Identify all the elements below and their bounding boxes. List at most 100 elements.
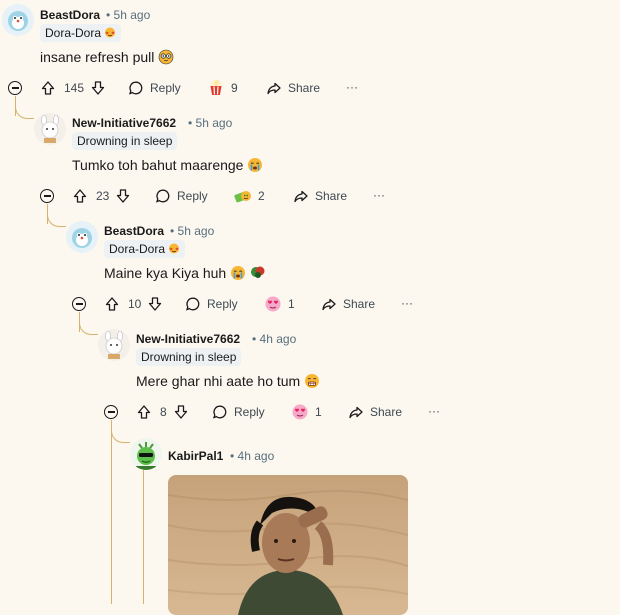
more-options-button[interactable]: ···	[373, 184, 385, 206]
award-count: 1	[288, 297, 295, 311]
avatar[interactable]	[34, 113, 66, 145]
upvote-icon[interactable]	[40, 80, 56, 96]
share-icon	[293, 188, 309, 204]
user-flair: Dora-Dora	[104, 240, 186, 258]
thread-curve	[111, 428, 130, 443]
avatar[interactable]	[2, 4, 34, 36]
separator: •	[230, 449, 235, 463]
heart-eyes-award-icon	[291, 403, 309, 421]
username[interactable]: BeastDora	[104, 224, 164, 238]
more-options-label: ···	[401, 296, 413, 310]
reply-button[interactable]: Reply	[155, 185, 208, 207]
username[interactable]: New-Initiative7662	[72, 116, 176, 130]
award-button[interactable]: 1	[291, 401, 322, 423]
popcorn-award-icon	[207, 79, 225, 97]
more-options-button[interactable]: ···	[428, 400, 440, 422]
share-button[interactable]: Share	[293, 185, 347, 207]
award-count: 9	[231, 81, 238, 95]
reply-icon	[128, 80, 144, 96]
gif-image[interactable]	[168, 475, 408, 615]
upvote-icon[interactable]	[104, 296, 120, 312]
share-label: Share	[288, 81, 321, 95]
separator: •	[188, 116, 193, 130]
more-options-button[interactable]: ···	[401, 292, 413, 314]
thread-curve	[15, 104, 34, 119]
timestamp[interactable]: • 5h ago	[170, 224, 214, 238]
share-button[interactable]: Share	[266, 77, 320, 99]
upvote-icon[interactable]	[136, 404, 152, 420]
timestamp[interactable]: • 5h ago	[106, 8, 150, 22]
share-label: Share	[315, 189, 348, 203]
share-button[interactable]: Share	[348, 401, 402, 423]
reply-label: Reply	[234, 405, 265, 419]
timestamp[interactable]: • 4h ago	[252, 332, 296, 346]
avatar[interactable]	[130, 438, 162, 470]
share-button[interactable]: Share	[321, 293, 375, 315]
vote-count: 23	[96, 189, 110, 203]
vote-count: 145	[64, 81, 85, 95]
avatar[interactable]	[98, 329, 130, 361]
money-face-award-icon	[234, 187, 252, 205]
comment-text: Maine kya Kiya huh	[104, 265, 266, 284]
timestamp[interactable]: • 4h ago	[230, 449, 274, 463]
upvote-icon[interactable]	[72, 188, 88, 204]
separator: •	[170, 224, 175, 238]
collapse-thread-button[interactable]	[8, 81, 22, 95]
share-label: Share	[370, 405, 403, 419]
reply-button[interactable]: Reply	[185, 293, 238, 315]
downvote-icon[interactable]	[90, 80, 106, 96]
comment-text: Tumko toh bahut maarenge	[72, 157, 263, 176]
collapse-thread-button[interactable]	[72, 297, 86, 311]
nerd-face-emoji-icon	[158, 49, 174, 68]
vote-bar: 8	[136, 401, 189, 423]
flair-text: Drowning in sleep	[77, 134, 173, 148]
award-count: 1	[315, 405, 322, 419]
time-text: 5h ago	[177, 224, 215, 238]
time-text: 5h ago	[195, 116, 233, 130]
heart-eyes-award-icon	[264, 295, 282, 313]
username[interactable]: New-Initiative7662	[136, 332, 240, 346]
thread-line	[111, 443, 112, 604]
star-struck-emoji-icon	[168, 242, 180, 258]
comment-text-content: Tumko toh bahut maarenge	[72, 157, 244, 174]
time-text: 4h ago	[259, 332, 297, 346]
timestamp[interactable]: • 5h ago	[188, 116, 232, 130]
award-button[interactable]: 2	[234, 185, 265, 207]
vote-bar: 145	[40, 77, 106, 99]
more-options-label: ···	[346, 80, 358, 94]
flair-text: Drowning in sleep	[141, 350, 237, 364]
award-button[interactable]: 9	[207, 77, 238, 99]
time-text: 4h ago	[237, 449, 275, 463]
reply-icon	[185, 296, 201, 312]
collapse-thread-button[interactable]	[40, 189, 54, 203]
thread-curve	[79, 320, 98, 335]
crying-face-emoji-icon	[230, 265, 246, 284]
more-options-label: ···	[428, 404, 440, 418]
downvote-icon[interactable]	[115, 188, 131, 204]
avatar[interactable]	[66, 221, 98, 253]
collapse-thread-button[interactable]	[104, 405, 118, 419]
username[interactable]: KabirPal1	[168, 449, 223, 463]
reply-button[interactable]: Reply	[212, 401, 265, 423]
reply-button[interactable]: Reply	[128, 77, 181, 99]
grimacing-face-emoji-icon	[304, 373, 320, 392]
vote-bar: 10	[104, 293, 163, 315]
custom-emote-icon	[250, 265, 266, 284]
thread-line-kabir	[143, 470, 144, 604]
reply-label: Reply	[150, 81, 181, 95]
time-text: 5h ago	[113, 8, 151, 22]
separator: •	[106, 8, 111, 22]
downvote-icon[interactable]	[173, 404, 189, 420]
star-struck-emoji-icon	[104, 26, 116, 42]
award-button[interactable]: 1	[264, 293, 295, 315]
gif-illustration	[168, 475, 408, 615]
downvote-icon[interactable]	[147, 296, 163, 312]
vote-count: 8	[160, 405, 167, 419]
separator: •	[252, 332, 257, 346]
vote-count: 10	[128, 297, 142, 311]
crying-face-emoji-icon	[247, 157, 263, 176]
vote-bar: 23	[72, 185, 131, 207]
more-options-button[interactable]: ···	[346, 76, 358, 98]
comment-text: insane refresh pull	[40, 49, 174, 68]
username[interactable]: BeastDora	[40, 8, 100, 22]
